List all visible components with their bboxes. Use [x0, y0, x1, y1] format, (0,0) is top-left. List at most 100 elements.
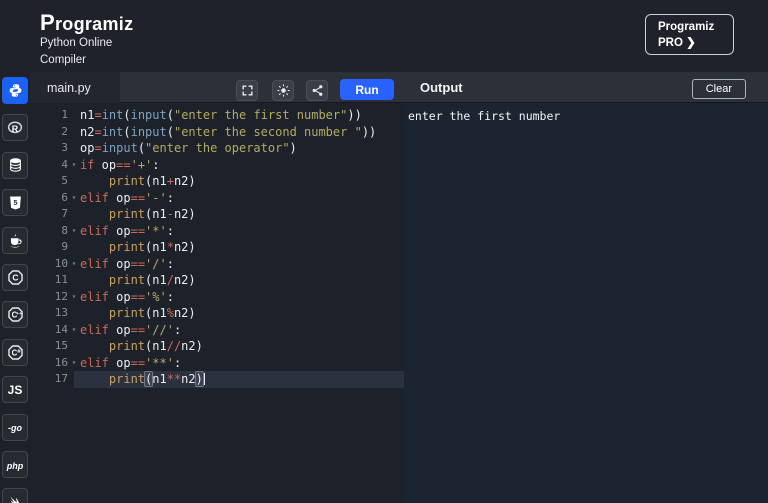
svg-text:++: ++ — [16, 313, 22, 318]
token-pr: print — [109, 372, 145, 386]
fold-arrow-icon[interactable]: ▾ — [68, 355, 80, 372]
token-pln: n2) — [181, 339, 203, 353]
sidebar-item-go[interactable]: -go — [2, 414, 28, 441]
code-editor[interactable]: 1n1=int(input("enter the first number"))… — [30, 103, 404, 503]
sidebar-item-cpp[interactable]: C++ — [2, 301, 28, 328]
token-pln: : — [167, 290, 174, 304]
php-icon: php — [7, 456, 24, 474]
fold-arrow-icon[interactable]: ▾ — [68, 289, 80, 306]
token-op: + — [167, 174, 174, 188]
fold-arrow-icon[interactable]: ▾ — [68, 256, 80, 273]
code-line: 5 print(n1+n2) — [30, 173, 404, 190]
code-line: 7 print(n1-n2) — [30, 206, 404, 223]
token-pln: (n1 — [145, 207, 167, 221]
sidebar-item-html[interactable]: 5 — [2, 189, 28, 216]
token-str: '+' — [131, 158, 153, 172]
code-text: op=input("enter the operator") — [80, 141, 297, 155]
token-str: "enter the second number " — [174, 125, 362, 139]
token-pln: op — [94, 158, 116, 172]
run-button[interactable]: Run — [340, 79, 394, 100]
line-number: 10 — [30, 256, 68, 273]
sidebar-item-php[interactable]: php — [2, 451, 28, 478]
code-text: elif op=='//': — [80, 323, 181, 337]
token-pln — [80, 240, 109, 254]
code-line: 9 print(n1*n2) — [30, 239, 404, 256]
fold-arrow-icon[interactable]: ▾ — [68, 157, 80, 174]
share-button[interactable] — [306, 80, 328, 101]
code-text: elif op=='**': — [80, 356, 181, 370]
fold-arrow-icon[interactable]: ▾ — [68, 322, 80, 339]
token-str: '-' — [145, 191, 167, 205]
token-brk: ) — [195, 371, 204, 387]
code-text: n2=int(input("enter the second number ")… — [80, 125, 376, 139]
python-icon — [8, 83, 23, 98]
programiz-pro-button[interactable]: Programiz PRO ❯ — [645, 14, 734, 55]
output-console[interactable]: enter the first number — [404, 103, 768, 503]
svg-text:C: C — [12, 273, 18, 283]
c-icon: C — [7, 269, 24, 286]
token-op: == — [131, 290, 145, 304]
token-pln: )) — [347, 108, 361, 122]
fold-arrow-icon[interactable]: ▾ — [68, 223, 80, 240]
sidebar-item-js[interactable]: JS — [2, 376, 28, 403]
token-pln — [80, 306, 109, 320]
line-number: 11 — [30, 272, 68, 289]
token-op: - — [167, 207, 174, 221]
pro-button-line2: PRO ❯ — [658, 36, 733, 52]
logo-p-glyph: P — [40, 10, 55, 35]
token-pln: n2) — [174, 174, 196, 188]
sidebar-item-c[interactable]: C — [2, 264, 28, 291]
sidebar-item-csharp[interactable]: C# — [2, 339, 28, 366]
theme-toggle-button[interactable] — [272, 80, 294, 101]
token-op: / — [167, 273, 174, 287]
token-pln: ) — [290, 141, 297, 155]
token-pln — [80, 207, 109, 221]
sidebar-item-python[interactable] — [2, 77, 28, 104]
token-str: '**' — [145, 356, 174, 370]
pro-button-line1: Programiz — [658, 20, 733, 36]
cpp-icon: C++ — [7, 306, 24, 323]
token-pln: (n1 — [145, 273, 167, 287]
code-line: 17 print(n1**n2) — [30, 371, 404, 388]
token-str: '/' — [145, 257, 167, 271]
go-icon: -go — [8, 418, 22, 436]
token-pln: n2) — [174, 207, 196, 221]
code-line: 10▾elif op=='/': — [30, 256, 404, 273]
clear-output-button[interactable]: Clear — [692, 79, 746, 99]
fullscreen-button[interactable] — [236, 80, 258, 101]
code-text: print(n1/n2) — [80, 273, 196, 287]
fold-arrow-icon[interactable]: ▾ — [68, 190, 80, 207]
sidebar-item-java[interactable] — [2, 227, 28, 254]
token-pln: op — [109, 257, 131, 271]
sidebar-item-sql[interactable] — [2, 152, 28, 179]
token-pln: n2) — [174, 306, 196, 320]
token-kw: elif — [80, 191, 109, 205]
token-bi: input — [131, 125, 167, 139]
token-pln: n2 — [80, 125, 94, 139]
line-number: 14 — [30, 322, 68, 339]
token-str: '//' — [145, 323, 174, 337]
programiz-logo[interactable]: PProgramizrogramiz — [40, 10, 133, 36]
token-pln: : — [167, 224, 174, 238]
token-pln: (n1 — [145, 240, 167, 254]
tab-main-py[interactable]: main.py — [30, 72, 120, 103]
token-pln: )) — [362, 125, 376, 139]
share-icon — [311, 84, 324, 97]
token-op: == — [131, 191, 145, 205]
csharp-icon: C# — [7, 344, 24, 361]
token-kw: elif — [80, 356, 109, 370]
sidebar-item-r[interactable]: R — [2, 114, 28, 141]
token-kw: elif — [80, 257, 109, 271]
svg-text:5: 5 — [13, 200, 17, 207]
token-op: = — [94, 125, 101, 139]
line-number: 15 — [30, 338, 68, 355]
token-pln: (n1 — [145, 306, 167, 320]
token-pr: print — [109, 339, 145, 353]
token-pln: op — [109, 290, 131, 304]
token-kw: if — [80, 158, 94, 172]
code-line: 12▾elif op=='%': — [30, 289, 404, 306]
sidebar-item-swift[interactable] — [2, 488, 28, 503]
token-op: == — [131, 257, 145, 271]
token-kw: elif — [80, 224, 109, 238]
output-line: enter the first number — [408, 109, 764, 124]
